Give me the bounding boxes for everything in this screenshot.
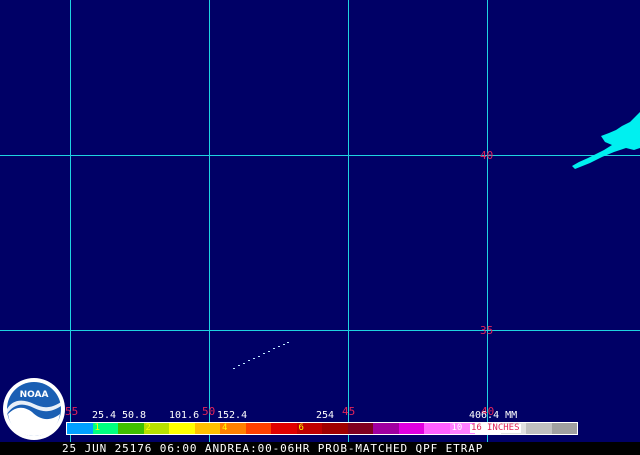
product-caption: 25 JUN 25176 06:00 ANDREA:00-06HR PROB-M… (62, 442, 484, 455)
color-scale-segment: 1 (92, 423, 118, 434)
mm-label: 50.8 (122, 410, 147, 421)
color-scale-segment (67, 423, 93, 434)
inch-label: 4 (222, 423, 228, 433)
noaa-logo: NOAA (3, 378, 65, 440)
mm-label: 152.4 (217, 410, 248, 421)
inch-label: 2 (145, 423, 151, 433)
color-scale-segment (118, 423, 144, 434)
color-scale-segment: 2 (143, 423, 169, 434)
inch-label: 10 (451, 423, 463, 433)
qpf-map: 40 35 55 50 45 40 NOAA 25.4 50.8 101.6 1… (0, 0, 640, 455)
color-scale-segment (347, 423, 373, 434)
mm-label: 254 (316, 410, 335, 421)
color-scale-segment (373, 423, 399, 434)
mm-label: 101.6 (169, 410, 200, 421)
inch-label: 16 (470, 423, 483, 433)
color-scale-segment (169, 423, 195, 434)
color-scale-segment: 4 (220, 423, 246, 434)
color-scale-segment: 6 (296, 423, 322, 434)
color-scale-segment (398, 423, 424, 434)
color-scale-segment (194, 423, 220, 434)
mm-scale-labels: 25.4 50.8 101.6 152.4 254 406.4 MM (0, 410, 640, 422)
inch-unit-label: INCHES (486, 423, 521, 433)
storm-track-dots (233, 342, 289, 369)
color-scale-segment (322, 423, 348, 434)
color-scale-segment (526, 423, 552, 434)
mm-label: 25.4 (92, 410, 117, 421)
mm-label: 406.4 MM (469, 410, 518, 421)
inch-label: 6 (298, 423, 304, 433)
color-scale-segment (424, 423, 450, 434)
caption-bar: 25 JUN 25176 06:00 ANDREA:00-06HR PROB-M… (0, 442, 640, 455)
color-scale-segment (245, 423, 271, 434)
color-scale-segment (551, 423, 577, 434)
rainfall-swath (572, 112, 640, 169)
color-scale-segment (271, 423, 297, 434)
inch-label: 1 (94, 423, 100, 433)
rainfall-overlay (233, 112, 640, 369)
logo-text: NOAA (20, 390, 49, 400)
